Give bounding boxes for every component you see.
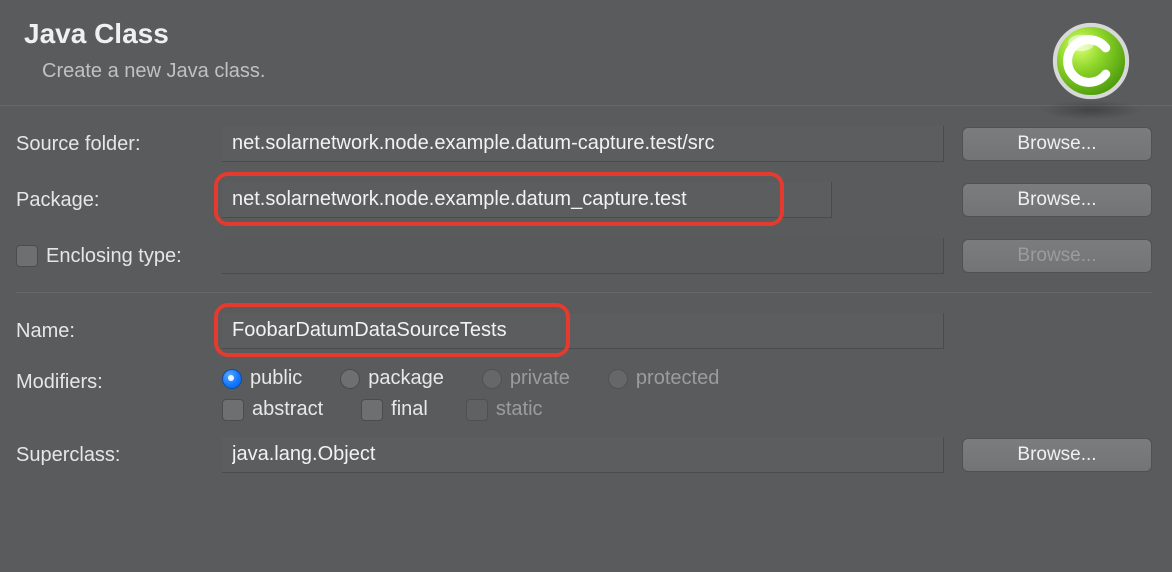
- label-name: Name:: [16, 320, 222, 343]
- form-area: Source folder: Browse... Package: Browse…: [0, 106, 1172, 475]
- radio-public-label: public: [250, 367, 302, 390]
- check-final-wrap[interactable]: final: [361, 398, 428, 421]
- check-final[interactable]: [361, 399, 383, 421]
- label-superclass: Superclass:: [16, 444, 222, 467]
- label-enclosing-type: Enclosing type:: [46, 245, 182, 268]
- browse-superclass-button[interactable]: Browse...: [962, 438, 1152, 472]
- section-divider: [16, 292, 1152, 293]
- flag-modifier-group: abstract final static: [222, 398, 962, 421]
- radio-package-label: package: [368, 367, 444, 390]
- dialog-title: Java Class: [24, 18, 1148, 50]
- radio-private-label: private: [510, 367, 570, 390]
- class-icon: [1050, 20, 1132, 102]
- radio-package[interactable]: [340, 369, 360, 389]
- radio-protected: [608, 369, 628, 389]
- radio-protected-wrap: protected: [608, 367, 719, 390]
- enclosing-type-checkbox[interactable]: [16, 245, 38, 267]
- radio-public-wrap[interactable]: public: [222, 367, 302, 390]
- access-modifier-group: public package private protected: [222, 367, 962, 390]
- browse-source-folder-button[interactable]: Browse...: [962, 127, 1152, 161]
- row-package: Package: Browse...: [16, 180, 1152, 220]
- dialog-header: Java Class Create a new Java class.: [0, 0, 1172, 105]
- radio-package-wrap[interactable]: package: [340, 367, 444, 390]
- check-abstract[interactable]: [222, 399, 244, 421]
- check-abstract-label: abstract: [252, 398, 323, 421]
- package-input[interactable]: [222, 182, 832, 218]
- row-name: Name:: [16, 311, 1152, 351]
- row-enclosing-type: Enclosing type: Browse...: [16, 236, 1152, 276]
- source-folder-input[interactable]: [222, 126, 944, 162]
- label-package: Package:: [16, 189, 222, 212]
- row-source-folder: Source folder: Browse...: [16, 124, 1152, 164]
- check-abstract-wrap[interactable]: abstract: [222, 398, 323, 421]
- browse-package-button[interactable]: Browse...: [962, 183, 1152, 217]
- radio-protected-label: protected: [636, 367, 719, 390]
- check-static-label: static: [496, 398, 543, 421]
- radio-private: [482, 369, 502, 389]
- check-static: [466, 399, 488, 421]
- icon-shadow: [1040, 100, 1142, 120]
- radio-private-wrap: private: [482, 367, 570, 390]
- label-source-folder: Source folder:: [16, 133, 222, 156]
- dialog-subtitle: Create a new Java class.: [42, 60, 1148, 83]
- label-modifiers: Modifiers:: [16, 367, 222, 394]
- check-final-label: final: [391, 398, 428, 421]
- browse-enclosing-type-button: Browse...: [962, 239, 1152, 273]
- radio-public[interactable]: [222, 369, 242, 389]
- name-input[interactable]: [222, 313, 944, 349]
- superclass-input[interactable]: [222, 437, 944, 473]
- enclosing-type-input: [222, 238, 944, 274]
- row-modifiers: Modifiers: public package private protec…: [16, 367, 1152, 421]
- check-static-wrap: static: [466, 398, 543, 421]
- row-superclass: Superclass: Browse...: [16, 435, 1152, 475]
